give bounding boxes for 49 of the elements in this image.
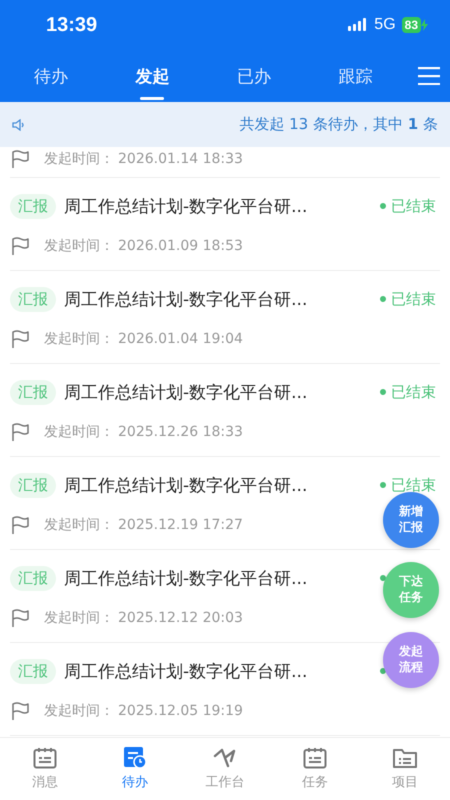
start-time: 2025.12.12 20:03 xyxy=(118,610,243,626)
start-time: 2026.01.09 18:53 xyxy=(118,238,243,254)
status-label: 已结束 xyxy=(391,382,436,402)
start-time-label: 发起时间： xyxy=(44,423,114,441)
start-time-label: 发起时间： xyxy=(44,330,114,348)
tab[interactable]: 待办 xyxy=(0,50,102,102)
nav-item[interactable]: 工作台 xyxy=(180,738,270,800)
report-tag: 汇报 xyxy=(10,658,56,684)
start-time-label: 发起时间： xyxy=(44,516,114,534)
floating-action-button[interactable]: 新增汇报 xyxy=(383,492,439,548)
list-item[interactable]: 汇报 周工作总结计划-数字化平台研... 已结束 发起时间： 2025.12.26 18:33 xyxy=(10,364,440,457)
report-tag: 汇报 xyxy=(10,566,56,590)
tab[interactable]: 跟踪 xyxy=(304,50,406,102)
status-label: 已结束 xyxy=(391,290,436,308)
status-time: 13:39 xyxy=(46,14,98,36)
network-label: 5G xyxy=(374,16,396,34)
report-tag: 汇报 xyxy=(10,194,56,218)
start-time: 2025.12.19 17:27 xyxy=(118,517,243,533)
status-label: 已结束 xyxy=(391,476,436,494)
report-tag: 汇报 xyxy=(10,286,56,312)
start-time-label: 发起时间： xyxy=(44,609,114,627)
start-time-label: 发起时间： xyxy=(44,150,114,168)
item-title: 周工作总结计划-数字化平台研... xyxy=(64,382,308,404)
floating-action-button[interactable]: 发起流程 xyxy=(383,632,439,688)
item-title: 周工作总结计划-数字化平台研... xyxy=(64,474,308,496)
start-time-label: 发起时间： xyxy=(44,702,114,720)
tab[interactable]: 已办 xyxy=(203,50,304,102)
start-time-label: 发起时间： xyxy=(44,237,114,255)
start-time: 2026.01.04 19:04 xyxy=(118,331,243,347)
list-item[interactable]: 发起时间： 2026.01.14 18:33 xyxy=(10,147,440,178)
start-time: 2025.12.05 19:19 xyxy=(118,703,243,719)
nav-item[interactable]: 任务 xyxy=(270,738,360,800)
report-tag: 汇报 xyxy=(10,380,56,404)
notice-text: 共发起 13 条待办，其中 1 条 xyxy=(239,115,438,134)
nav-item[interactable]: 项目 xyxy=(360,738,450,800)
status-label: 已结束 xyxy=(391,196,436,216)
item-title: 周工作总结计划-数字化平台研... xyxy=(64,660,308,682)
nav-item[interactable]: 消息 xyxy=(0,738,90,800)
list-item[interactable]: 汇报 周工作总结计划-数字化平台研... 已结束 发起时间： 2026.01.09 18:53 xyxy=(10,178,440,271)
item-title: 周工作总结计划-数字化平台研... xyxy=(64,568,308,590)
item-title: 周工作总结计划-数字化平台研... xyxy=(64,196,308,218)
tab[interactable]: 发起 xyxy=(102,50,203,102)
item-title: 周工作总结计划-数字化平台研... xyxy=(64,288,308,310)
start-time: 2026.01.14 18:33 xyxy=(118,151,243,167)
floating-action-button[interactable]: 下达任务 xyxy=(383,562,439,618)
report-tag: 汇报 xyxy=(10,472,56,498)
start-time: 2025.12.26 18:33 xyxy=(118,424,243,440)
nav-item[interactable]: 待办 xyxy=(90,738,180,800)
list-item[interactable]: 汇报 周工作总结计划-数字化平台研... 已结束 发起时间： 2026.01.04 19:04 xyxy=(10,271,440,364)
